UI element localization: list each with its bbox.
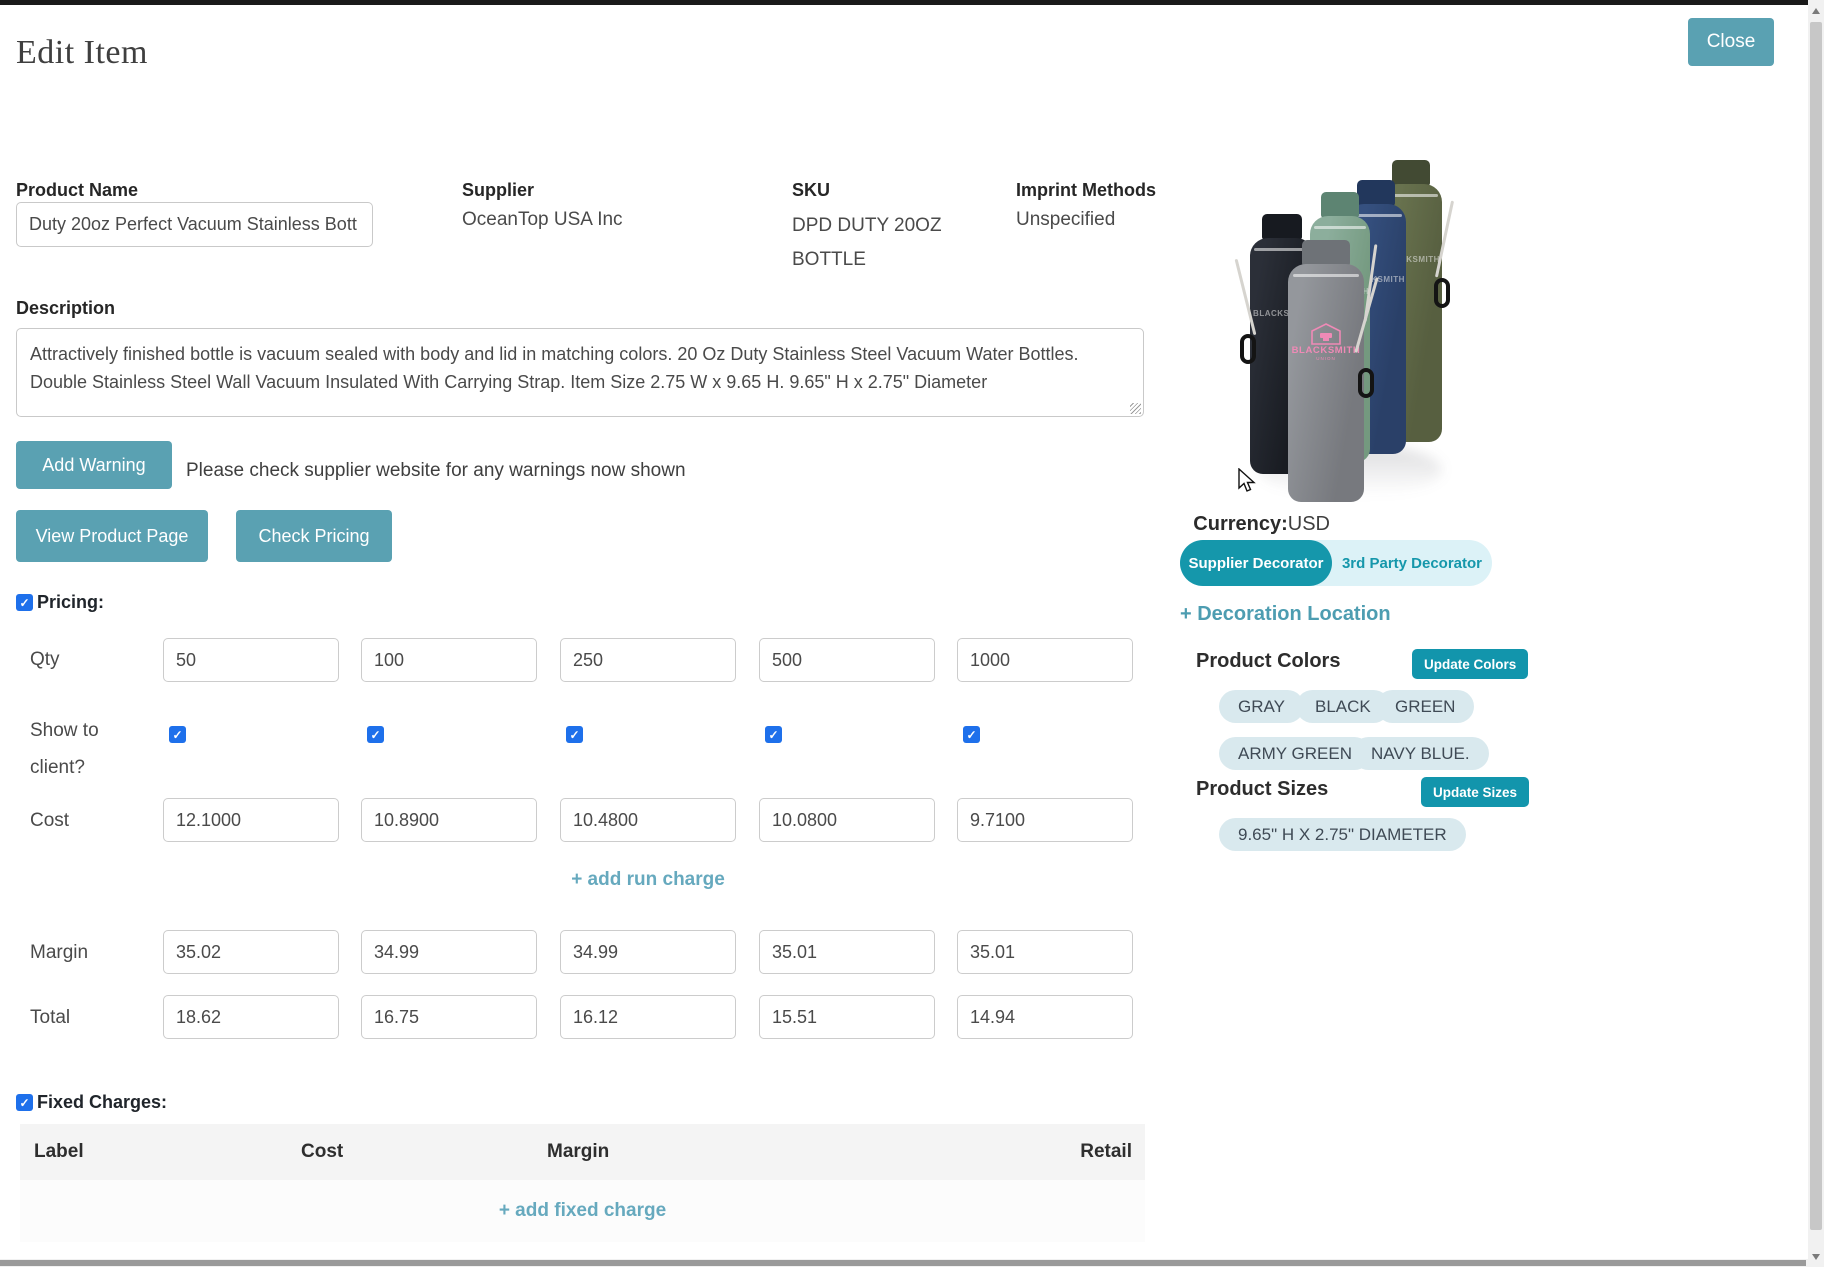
fc-header-margin: Margin [547, 1141, 609, 1163]
product-name-input[interactable] [16, 202, 373, 247]
qty-input[interactable] [560, 638, 736, 682]
pricing-checkbox[interactable]: ✓ [16, 594, 33, 611]
fc-header-cost: Cost [301, 1141, 343, 1163]
edit-item-modal: Edit Item Close Product Name Supplier Oc… [0, 0, 1824, 1267]
margin-input[interactable] [957, 930, 1133, 974]
textarea-resize-handle[interactable] [1130, 403, 1141, 414]
update-sizes-button[interactable]: Update Sizes [1421, 777, 1529, 807]
cost-input[interactable] [560, 798, 736, 842]
show-to-client-checkbox[interactable]: ✓ [963, 726, 980, 743]
total-input[interactable] [361, 995, 537, 1039]
description-field-wrap: Attractively finished bottle is vacuum s… [16, 328, 1144, 417]
cost-row-label: Cost [30, 810, 69, 832]
show-to-client-checkbox[interactable]: ✓ [566, 726, 583, 743]
fixed-charges-section-head: ✓ Fixed Charges: [16, 1092, 167, 1113]
blacksmith-logo: BLACKSMITH UNION [1292, 323, 1361, 361]
currency-value: USD [1288, 513, 1330, 535]
pricing-column: ✓ [957, 638, 1133, 1039]
margin-row-label: Margin [30, 942, 88, 964]
imprint-methods-label: Imprint Methods [1016, 180, 1156, 201]
product-name-label: Product Name [16, 180, 138, 201]
bottle-gray-front: BLACKSMITH UNION [1288, 240, 1364, 502]
top-border [0, 0, 1808, 5]
fc-header-label: Label [34, 1141, 84, 1163]
add-run-charge-link[interactable]: + add run charge [163, 869, 1133, 891]
add-decoration-location-link[interactable]: + Decoration Location [1180, 603, 1391, 626]
warning-note: Please check supplier website for any wa… [186, 460, 686, 482]
total-input[interactable] [560, 995, 736, 1039]
pricing-column: ✓ [361, 638, 537, 1039]
description-textarea[interactable]: Attractively finished bottle is vacuum s… [17, 329, 1143, 416]
qty-input[interactable] [957, 638, 1133, 682]
cost-input[interactable] [163, 798, 339, 842]
supplier-label: Supplier [462, 180, 534, 201]
color-chip: GRAY [1219, 690, 1304, 723]
qty-row-label: Qty [30, 649, 60, 671]
fc-header-retail: Retail [1080, 1141, 1132, 1163]
pricing-column: ✓ [560, 638, 736, 1039]
cost-input[interactable] [361, 798, 537, 842]
tab-3rd-party-decorator[interactable]: 3rd Party Decorator [1332, 540, 1492, 586]
vertical-scrollbar[interactable] [1808, 0, 1824, 1267]
description-label: Description [16, 298, 115, 319]
margin-input[interactable] [163, 930, 339, 974]
qty-input[interactable] [361, 638, 537, 682]
currency-label: Currency: [1193, 513, 1287, 535]
cost-input[interactable] [759, 798, 935, 842]
horizontal-scrollbar[interactable] [0, 1259, 1808, 1267]
show-to-client-checkbox[interactable]: ✓ [367, 726, 384, 743]
scroll-down-arrow-icon[interactable] [1812, 1254, 1820, 1260]
check-pricing-button[interactable]: Check Pricing [236, 510, 392, 562]
product-image: BLACKSMITH BLACKSMITH BLACKSMITH [1248, 148, 1460, 500]
margin-input[interactable] [759, 930, 935, 974]
color-chip: GREEN [1376, 690, 1474, 723]
fixed-charges-header-row: Label Cost Margin Retail [20, 1124, 1145, 1180]
add-fixed-charge-link[interactable]: + add fixed charge [499, 1200, 666, 1222]
fixed-charges-checkbox[interactable]: ✓ [16, 1094, 33, 1111]
horizontal-scrollbar-thumb[interactable] [0, 1260, 1806, 1266]
scroll-up-arrow-icon[interactable] [1812, 8, 1820, 14]
supplier-value: OceanTop USA Inc [462, 209, 623, 231]
qty-input[interactable] [163, 638, 339, 682]
view-product-page-button[interactable]: View Product Page [16, 510, 208, 562]
qty-input[interactable] [759, 638, 935, 682]
fixed-charges-add-row: + add fixed charge [20, 1180, 1145, 1242]
vertical-scrollbar-thumb[interactable] [1810, 22, 1822, 1230]
pricing-section-head: ✓ Pricing: [16, 592, 104, 613]
total-input[interactable] [163, 995, 339, 1039]
pricing-column: ✓ [163, 638, 339, 1039]
decorator-tabs: 3rd Party Decorator Supplier Decorator [1180, 540, 1492, 586]
currency: Currency:USD [1130, 513, 1330, 536]
pricing-column: ✓ [759, 638, 935, 1039]
margin-input[interactable] [560, 930, 736, 974]
show-to-client-checkbox[interactable]: ✓ [765, 726, 782, 743]
margin-input[interactable] [361, 930, 537, 974]
product-sizes-label: Product Sizes [1196, 778, 1328, 801]
sku-label: SKU [792, 180, 830, 201]
fixed-charges-section-label: Fixed Charges: [37, 1092, 167, 1113]
total-input[interactable] [759, 995, 935, 1039]
page-title: Edit Item [16, 34, 148, 72]
product-colors-label: Product Colors [1196, 650, 1340, 673]
total-input[interactable] [957, 995, 1133, 1039]
cost-input[interactable] [957, 798, 1133, 842]
add-warning-button[interactable]: Add Warning [16, 441, 172, 489]
show-to-client-row-label: Show to client? [30, 712, 134, 786]
mouse-cursor [1238, 468, 1260, 494]
update-colors-button[interactable]: Update Colors [1412, 649, 1528, 679]
show-to-client-checkbox[interactable]: ✓ [169, 726, 186, 743]
total-row-label: Total [30, 1007, 70, 1029]
pricing-section-label: Pricing: [37, 592, 104, 613]
tab-supplier-decorator[interactable]: Supplier Decorator [1180, 540, 1332, 586]
size-chip: 9.65" H X 2.75" DIAMETER [1219, 818, 1466, 851]
close-button[interactable]: Close [1688, 18, 1774, 66]
color-chip: NAVY BLUE. [1352, 737, 1489, 770]
color-chip: ARMY GREEN [1219, 737, 1371, 770]
imprint-methods-value: Unspecified [1016, 209, 1115, 231]
sku-value: DPD DUTY 20OZ BOTTLE [792, 209, 970, 277]
blacksmith-logo-emblem [1311, 323, 1341, 345]
